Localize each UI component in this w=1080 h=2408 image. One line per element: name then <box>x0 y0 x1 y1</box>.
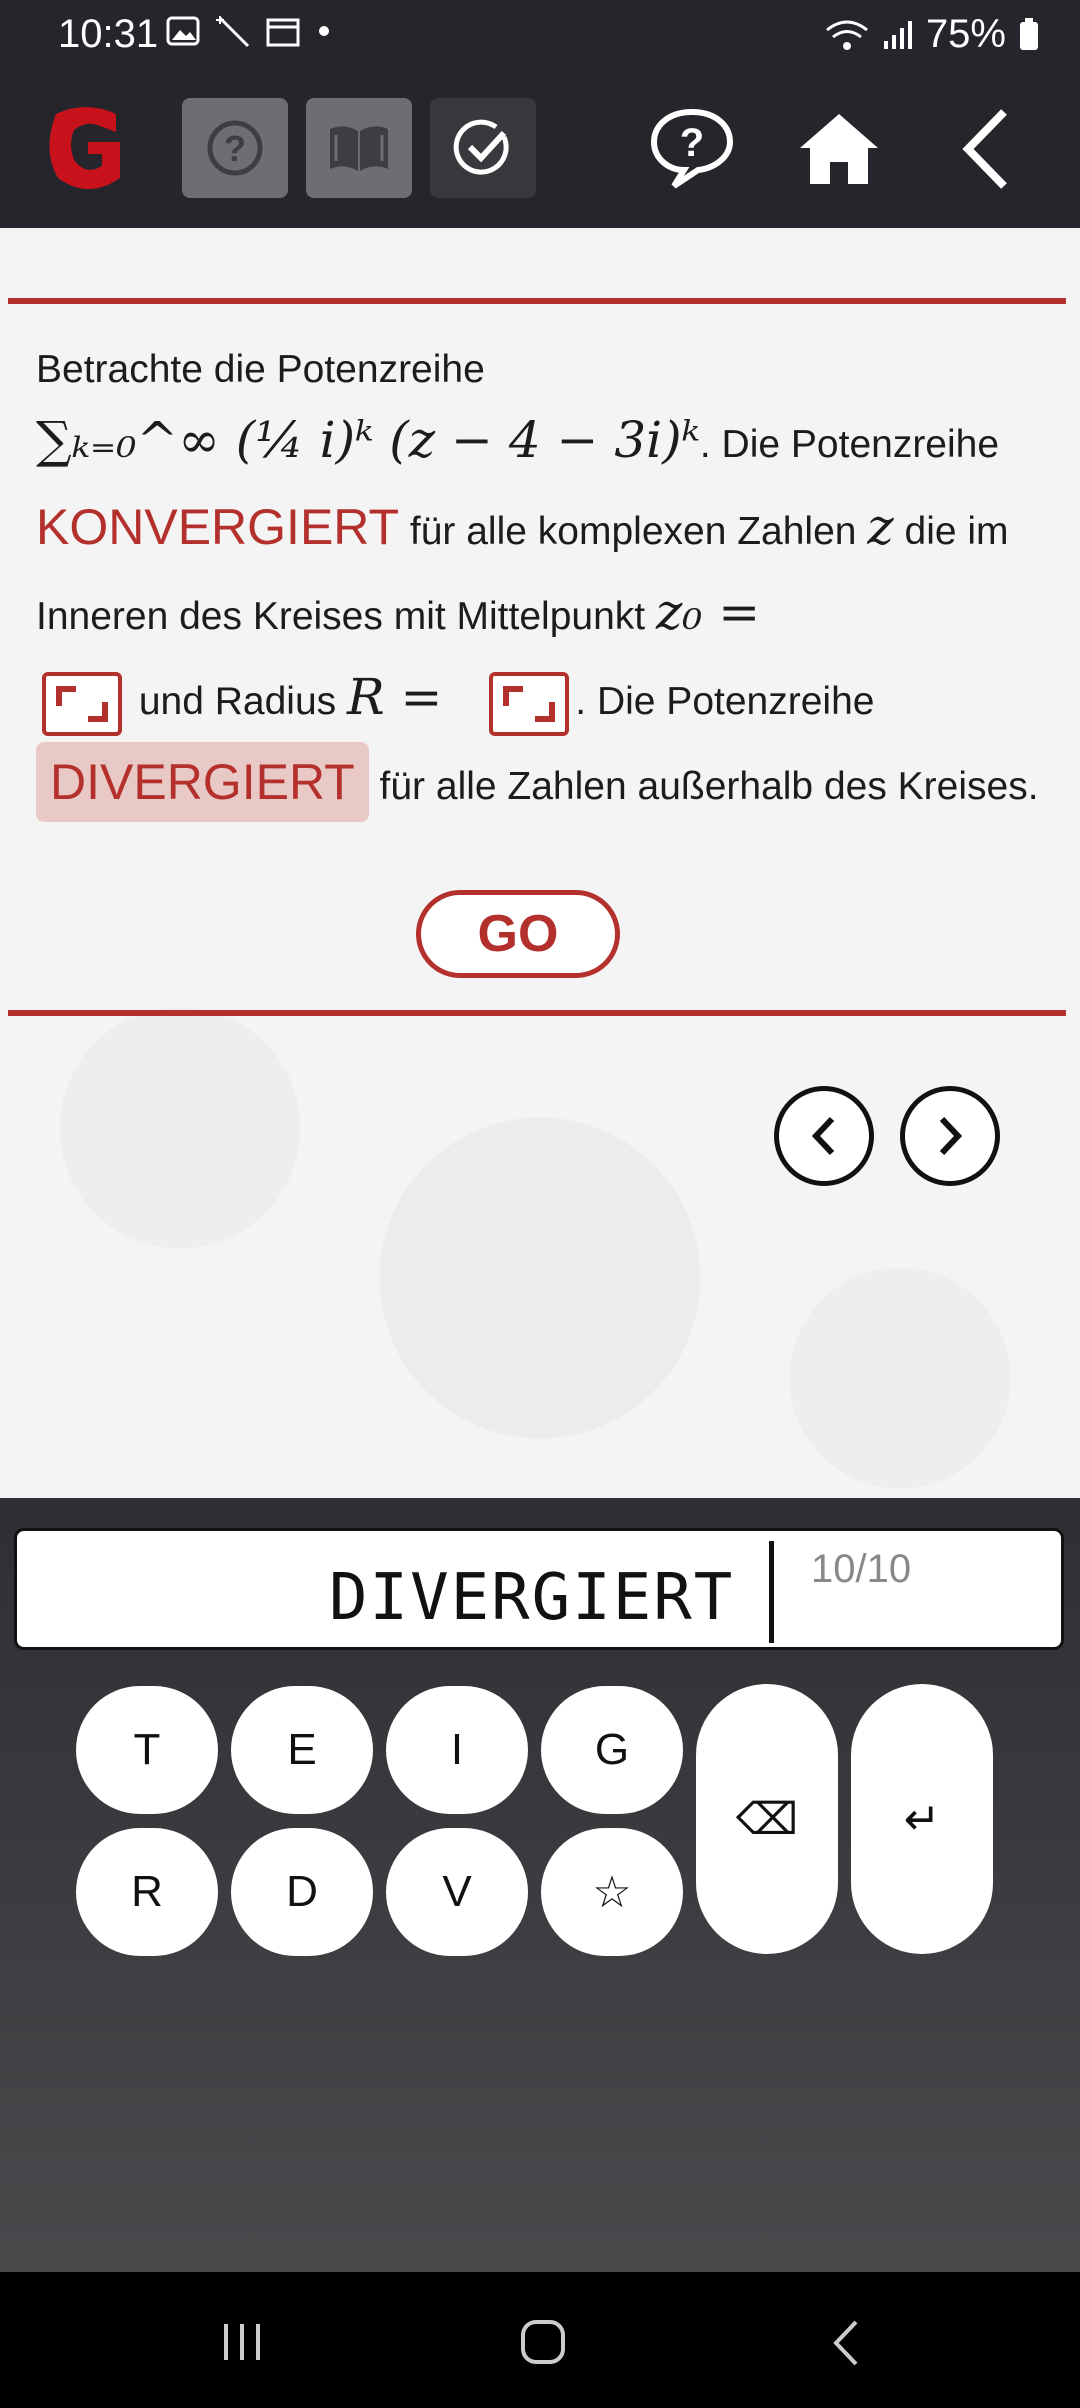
battery-percent: 75% <box>925 12 1006 56</box>
key-v[interactable]: V <box>386 1828 528 1956</box>
task-text-1: für alle komplexen Zahlen <box>409 510 857 553</box>
chevron-left-icon <box>811 1116 835 1156</box>
task-text: Betrachte die Potenzreihe ∑ₖ₌₀^∞ (¼ i)ᵏ … <box>36 342 1046 829</box>
help-tool-button[interactable]: ? <box>182 98 288 198</box>
custom-keyboard: DIVERGIERT 10/10 T E I G R D V ☆ ⌫ ↵ <box>0 1498 1080 2272</box>
backspace-key[interactable]: ⌫ <box>696 1684 838 1954</box>
check-circle-icon <box>453 119 509 175</box>
backspace-icon: ⌫ <box>735 1794 799 1844</box>
home-icon[interactable] <box>796 110 882 188</box>
key-g[interactable]: G <box>541 1686 683 1814</box>
task-text-3: und Radius <box>138 680 337 723</box>
key-label: R <box>131 1867 163 1916</box>
book-tool-button[interactable] <box>306 98 412 198</box>
gallery-icon <box>166 16 200 46</box>
chevron-right-icon <box>939 1116 963 1156</box>
calendar-icon <box>266 18 300 47</box>
task-text-5: für alle Zahlen außerhalb des Kreises. <box>379 765 1039 808</box>
radius-answer-box[interactable] <box>489 671 570 736</box>
center-answer-box[interactable] <box>42 671 122 736</box>
back-arrow-icon[interactable] <box>958 106 1014 192</box>
svg-text:?: ? <box>680 121 704 165</box>
home-nav-icon[interactable] <box>518 2318 568 2366</box>
star-icon: ☆ <box>592 1867 632 1917</box>
keyword-konvergiert: KONVERGIERT <box>36 499 400 555</box>
top-divider <box>8 298 1066 304</box>
go-button[interactable]: GO <box>416 890 620 978</box>
system-navigation-bar <box>0 2272 1080 2408</box>
enter-key[interactable]: ↵ <box>851 1684 993 1954</box>
next-button[interactable] <box>900 1086 1000 1186</box>
open-book-icon <box>330 126 388 171</box>
key-label: T <box>133 1725 161 1774</box>
go-button-label: GO <box>477 905 559 963</box>
key-star[interactable]: ☆ <box>541 1828 683 1956</box>
wifi-icon <box>826 20 868 50</box>
key-r[interactable]: R <box>76 1828 218 1956</box>
answer-input-value: DIVERGIERT <box>329 1561 735 1635</box>
check-tool-button[interactable] <box>430 98 536 198</box>
series-formula: ∑ₖ₌₀^∞ (¼ i)ᵏ (z − 4 − 3i)ᵏ <box>36 411 700 469</box>
text-caret <box>769 1541 774 1643</box>
task-text-after-formula: . Die Potenzreihe <box>699 423 1000 466</box>
app-top-bar: 10:31 75% ? ? <box>0 0 1080 228</box>
status-notification-icons <box>166 14 334 48</box>
magic-wand-icon <box>216 16 250 48</box>
task-text-4: . Die Potenzreihe <box>575 680 875 723</box>
back-nav-icon[interactable] <box>826 2318 866 2368</box>
dot-icon <box>319 26 329 36</box>
status-system-icons: 75% <box>824 12 1040 57</box>
recent-apps-icon[interactable] <box>218 2320 268 2364</box>
variable-z0: z₀ = <box>655 583 761 641</box>
answer-input[interactable]: DIVERGIERT 10/10 <box>14 1528 1064 1650</box>
key-label: E <box>287 1725 317 1774</box>
keyword-divergiert-selected[interactable]: DIVERGIERT <box>36 742 369 822</box>
status-time: 10:31 <box>58 12 159 56</box>
previous-button[interactable] <box>774 1086 874 1186</box>
char-counter: 10/10 <box>811 1547 912 1591</box>
chat-help-icon[interactable]: ? <box>648 106 736 190</box>
key-label: D <box>286 1867 318 1916</box>
task-intro: Betrachte die Potenzreihe <box>36 348 485 391</box>
key-d[interactable]: D <box>231 1828 373 1956</box>
enter-icon: ↵ <box>903 1794 941 1844</box>
key-e[interactable]: E <box>231 1686 373 1814</box>
key-label: V <box>442 1867 472 1916</box>
variable-r: R = <box>347 668 443 726</box>
key-label: G <box>594 1725 630 1774</box>
question-circle-icon: ? <box>207 120 263 176</box>
bottom-divider <box>8 1010 1066 1016</box>
app-logo-icon[interactable] <box>44 104 128 194</box>
variable-z: z <box>867 498 894 556</box>
battery-icon <box>1020 17 1038 50</box>
key-label: I <box>450 1725 464 1774</box>
signal-icon <box>883 20 912 49</box>
key-t[interactable]: T <box>76 1686 218 1814</box>
svg-text:?: ? <box>224 128 246 169</box>
key-i[interactable]: I <box>386 1686 528 1814</box>
